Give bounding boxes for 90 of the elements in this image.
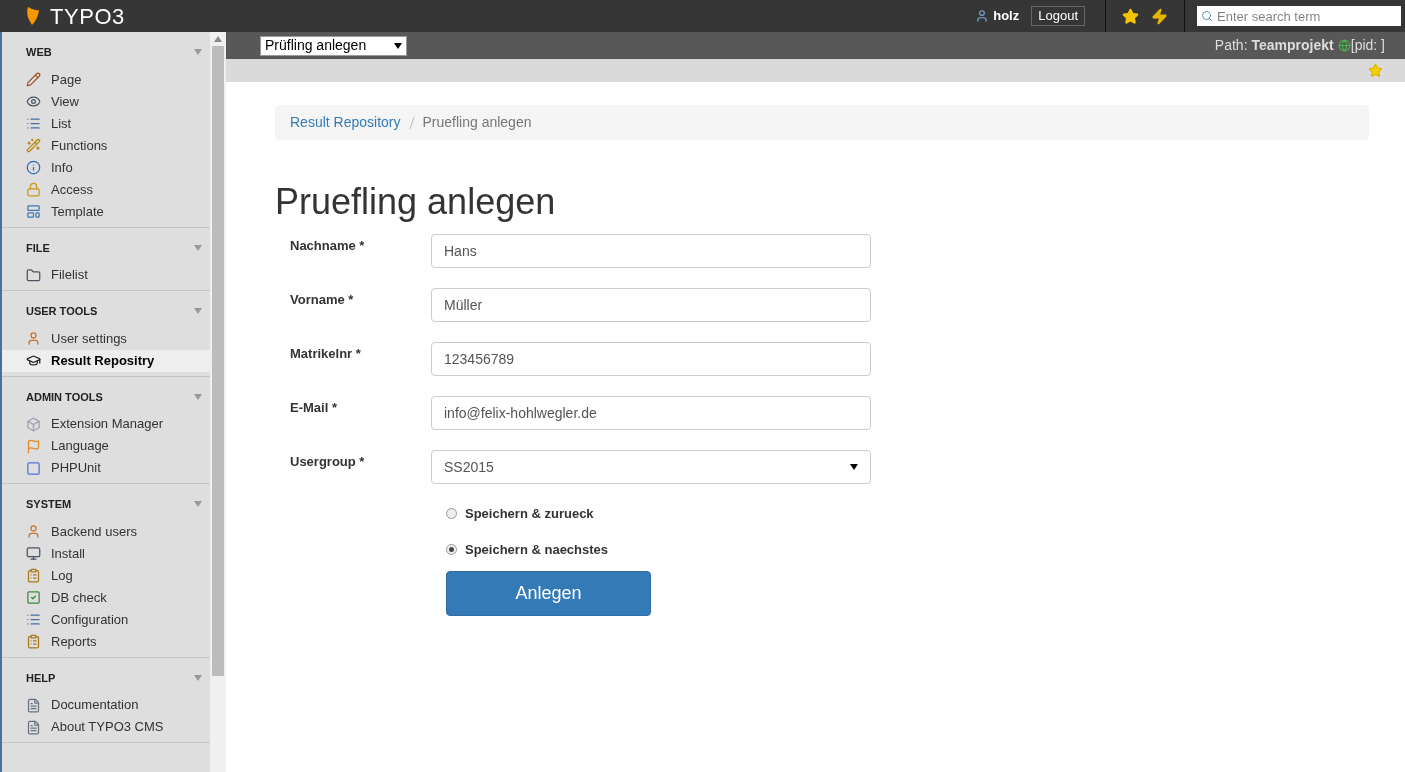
- module-item[interactable]: Reports: [2, 630, 210, 653]
- module-item[interactable]: PHPUnit: [2, 457, 210, 479]
- collapse-caret-icon[interactable]: [194, 674, 202, 681]
- path-pid: [pid: ]: [1350, 36, 1385, 55]
- field-label: Usergroup *: [289, 453, 366, 471]
- module-item[interactable]: Page: [2, 68, 210, 91]
- radio-button[interactable]: [446, 543, 457, 555]
- monitor-icon: [26, 546, 41, 561]
- path-label: Path:: [1214, 36, 1248, 55]
- module-item[interactable]: Filelist: [2, 264, 210, 286]
- square-icon: [26, 460, 41, 476]
- module-item[interactable]: View: [2, 90, 210, 113]
- module-item[interactable]: Documentation: [2, 694, 210, 716]
- logo-text: TYPO3: [50, 2, 125, 31]
- section-heading[interactable]: SYSTEM: [26, 496, 194, 513]
- module-item[interactable]: Info: [2, 156, 210, 179]
- usergroup-select[interactable]: SS2015: [431, 450, 871, 484]
- field-label: Vorname *: [289, 291, 355, 309]
- info-icon: [26, 160, 41, 175]
- scroll-up-icon[interactable]: [214, 36, 222, 42]
- collapse-caret-icon[interactable]: [194, 244, 202, 251]
- input-field[interactable]: info@felix-hohlwegler.de: [431, 396, 871, 430]
- dropdown-caret-icon[interactable]: [394, 42, 402, 49]
- module-item[interactable]: Result Repositry: [2, 349, 210, 372]
- clipboard-icon: [26, 634, 41, 649]
- flag-icon: [26, 438, 41, 454]
- logout-button[interactable]: Logout: [1031, 6, 1085, 26]
- clipboard-icon: [26, 568, 41, 583]
- folder-icon: [26, 267, 41, 283]
- document-icon: [26, 697, 41, 713]
- pencil-icon: [26, 72, 41, 87]
- module-item[interactable]: Backend users: [2, 520, 210, 543]
- radio-label[interactable]: Speichern & zurueck: [465, 504, 594, 524]
- collapse-caret-icon[interactable]: [194, 49, 202, 56]
- lightning-icon[interactable]: [1151, 7, 1168, 25]
- box-icon: [26, 416, 41, 432]
- module-item[interactable]: Functions: [2, 134, 210, 157]
- username: holz: [993, 7, 1020, 26]
- breadcrumb-separator: [408, 116, 415, 129]
- user-icon: [975, 9, 990, 23]
- path-page: Teamprojekt: [1251, 36, 1334, 55]
- checked-page-icon: [26, 590, 41, 605]
- module-item[interactable]: About TYPO3 CMS: [2, 716, 210, 738]
- scrollbar-thumb[interactable]: [212, 46, 224, 676]
- module-item[interactable]: User settings: [2, 327, 210, 350]
- submit-button[interactable]: Anlegen: [446, 571, 651, 616]
- graduation-cap-icon: [26, 353, 41, 368]
- module-item[interactable]: DB check: [2, 586, 210, 609]
- module-item[interactable]: Install: [2, 542, 210, 565]
- module-item[interactable]: List: [2, 112, 210, 135]
- input-field[interactable]: 123456789: [431, 342, 871, 376]
- module-item[interactable]: Extension Manager: [2, 413, 210, 435]
- input-field[interactable]: Müller: [431, 288, 871, 322]
- star-icon[interactable]: [1122, 7, 1139, 25]
- collapse-caret-icon[interactable]: [194, 308, 202, 315]
- list-icon: [26, 116, 41, 131]
- radio-label[interactable]: Speichern & naechstes: [465, 539, 609, 559]
- module-item[interactable]: Configuration: [2, 608, 210, 631]
- module-item[interactable]: Language: [2, 435, 210, 457]
- list-icon: [26, 612, 41, 627]
- eye-icon: [26, 94, 41, 109]
- field-label: E-Mail *: [289, 399, 338, 417]
- section-heading[interactable]: FILE: [26, 239, 194, 256]
- breadcrumb-link[interactable]: Result Repository: [290, 112, 401, 133]
- lock-icon: [26, 182, 41, 197]
- radio-button[interactable]: [446, 508, 457, 520]
- breadcrumb-current: Pruefling anlegen: [422, 113, 532, 132]
- collapse-caret-icon[interactable]: [194, 501, 202, 508]
- function-menu[interactable]: Prüfling anlegen: [260, 35, 407, 56]
- page-heading: Pruefling anlegen: [275, 180, 557, 224]
- collapse-caret-icon[interactable]: [194, 393, 202, 400]
- module-item[interactable]: Access: [2, 178, 210, 201]
- template-icon: [26, 204, 41, 219]
- dropdown-caret-icon[interactable]: [850, 464, 858, 470]
- wand-icon: [26, 138, 41, 153]
- globe-icon: [1337, 39, 1351, 52]
- field-label: Matrikelnr *: [289, 345, 362, 363]
- section-heading[interactable]: HELP: [26, 669, 194, 686]
- document-icon: [26, 719, 41, 735]
- input-field[interactable]: Hans: [431, 234, 871, 268]
- section-heading[interactable]: ADMIN TOOLS: [26, 388, 194, 405]
- user-icon: [26, 331, 41, 346]
- search-icon: [1201, 10, 1213, 22]
- user-icon: [26, 524, 41, 539]
- section-heading[interactable]: USER TOOLS: [26, 303, 194, 320]
- field-label: Nachname *: [289, 237, 366, 255]
- module-item[interactable]: Template: [2, 200, 210, 223]
- section-heading[interactable]: WEB: [26, 44, 194, 61]
- add-bookmark-icon[interactable]: [1368, 63, 1383, 78]
- module-item[interactable]: Log: [2, 564, 210, 587]
